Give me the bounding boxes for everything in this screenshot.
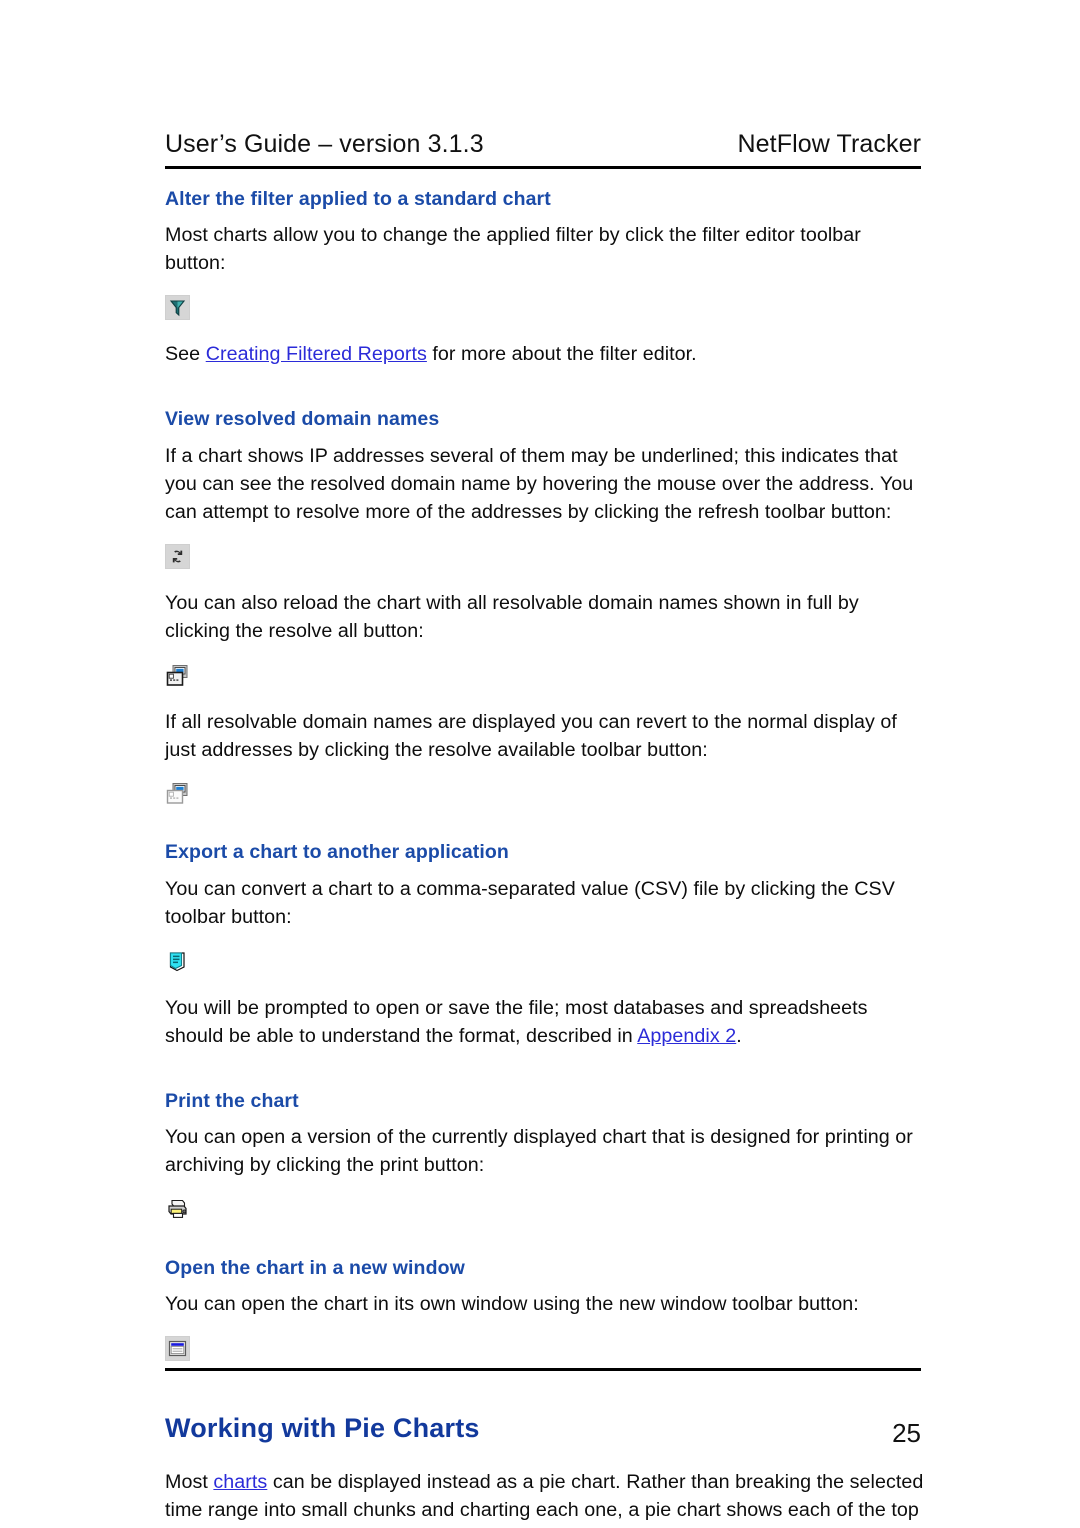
paragraph-alter-filter: Most charts allow you to change the appl… [165,224,861,275]
document-body: Alter the filter applied to a standard c… [165,188,925,1528]
refresh-icon[interactable] [165,543,190,569]
csv-export-icon[interactable] [165,949,190,974]
text-prefix: You will be prompted to open or save the… [165,996,868,1047]
text-suffix: for more about the filter editor. [426,343,697,366]
icon-row-filter [165,295,925,325]
section-heading-view-resolved-domains: View resolved domain names [165,408,440,431]
text-prefix: See [165,343,206,366]
paragraph-pie-charts-intro: Most charts can be displayed instead as … [165,1469,925,1528]
header-rule [165,166,921,169]
link-creating-filtered-reports[interactable]: Creating Filtered Reports [206,343,427,365]
section-heading-export-chart: Export a chart to another application [165,841,509,864]
paragraph-open-new-window: You can open the chart in its own window… [165,1293,859,1316]
text-suffix: . [736,1024,742,1047]
paragraph-export-link: You will be prompted to open or save the… [165,995,925,1051]
printer-icon[interactable] [165,1197,190,1222]
header-left-text: User’s Guide – version 3.1.3 [165,130,484,158]
resolve-available-icon[interactable] [165,781,190,806]
icon-row-csv [165,949,925,979]
paragraph-export-chart: You can convert a chart to a comma-separ… [165,877,895,928]
paragraph-print-chart: You can open a version of the currently … [165,1126,913,1177]
link-appendix-2[interactable]: Appendix 2 [637,1025,736,1047]
header-right-text: NetFlow Tracker [737,130,921,158]
section-heading-open-new-window: Open the chart in a new window [165,1257,465,1280]
section-heading-print-chart: Print the chart [165,1089,299,1112]
paragraph-view-resolved-domains: If a chart shows IP addresses several of… [165,444,914,523]
paragraph-resolve-all: You can also reload the chart with all r… [165,591,859,642]
footer-rule [165,1368,921,1371]
icon-row-printer [165,1197,925,1227]
link-charts[interactable]: charts [213,1471,267,1493]
page-number: 25 [892,1418,921,1448]
text-prefix: Most [165,1470,214,1493]
text-suffix: can be displayed instead as a pie chart.… [165,1470,924,1528]
running-header: User’s Guide – version 3.1.3 NetFlow Tra… [165,130,921,159]
icon-row-resolve-all [165,663,925,693]
paragraph-resolve-available: If all resolvable domain names are displ… [165,710,897,761]
document-page: User’s Guide – version 3.1.3 NetFlow Tra… [0,0,1080,1528]
section-heading-alter-filter: Alter the filter applied to a standard c… [165,188,551,210]
filter-editor-icon[interactable] [165,295,190,321]
paragraph-filter-link: See Creating Filtered Reports for more a… [165,341,925,369]
icon-row-resolve-available [165,781,925,811]
new-window-icon[interactable] [165,1336,190,1362]
icon-row-refresh [165,543,925,574]
resolve-all-icon[interactable] [165,663,190,688]
icon-row-new-window [165,1336,925,1366]
